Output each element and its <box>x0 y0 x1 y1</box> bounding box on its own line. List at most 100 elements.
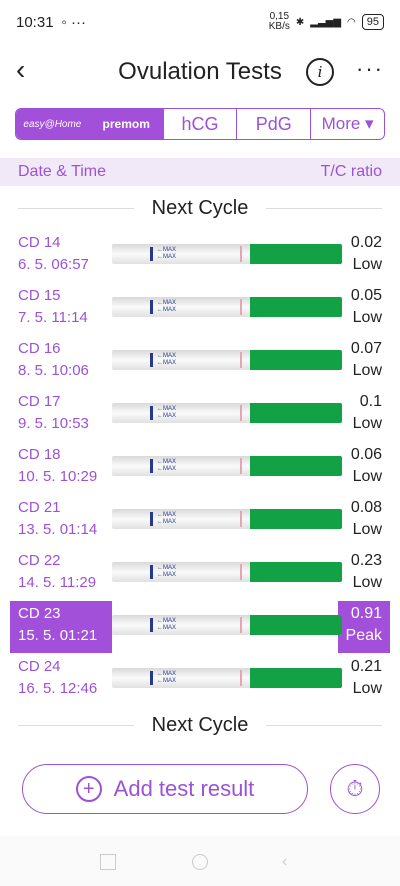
tc-ratio: 0.05 <box>350 287 382 304</box>
strip-max-text: ←MAX ←MAX <box>157 353 177 366</box>
test-datetime: 16. 5. 12:46 <box>18 680 98 697</box>
test-row[interactable]: CD 24 16. 5. 12:46 ←MAX ←MAX 0.21 Low <box>0 658 400 710</box>
strip-control-line <box>240 617 242 633</box>
info-icon[interactable]: i <box>306 58 334 86</box>
result-level: Low <box>352 574 382 591</box>
wifi-icon: ◠ <box>347 16 356 28</box>
add-test-result-button[interactable]: + Add test result <box>22 764 308 814</box>
status-time: 10:31 <box>16 13 54 31</box>
strip-handle <box>250 509 342 529</box>
result-level: Low <box>352 680 382 697</box>
cycle-divider-top: Next Cycle <box>0 193 400 223</box>
strip-handle <box>250 456 342 476</box>
test-row[interactable]: CD 18 10. 5. 10:29 ←MAX ←MAX 0.06 Low <box>0 446 400 498</box>
test-datetime: 6. 5. 06:57 <box>18 256 89 273</box>
strip-control-line <box>240 299 242 315</box>
test-strip-image: ←MAX ←MAX <box>112 615 342 635</box>
test-strip-image: ←MAX ←MAX <box>112 456 342 476</box>
strip-max-text: ←MAX ←MAX <box>157 512 177 525</box>
test-datetime: 9. 5. 10:53 <box>18 415 89 432</box>
home-icon[interactable] <box>192 854 208 870</box>
tab-easyhome[interactable]: easy@Home <box>16 109 90 139</box>
status-bar: 10:31 ◦ ··· 0,15 KB/s ✱ ▂▃▅▆ ◠ 95 <box>0 0 400 44</box>
result-level: Low <box>352 415 382 432</box>
divider-line <box>18 724 134 726</box>
strip-marker <box>150 300 153 314</box>
back-icon[interactable]: ‹ <box>16 56 40 84</box>
strip-handle <box>250 244 342 264</box>
strip-handle <box>250 668 342 688</box>
result-level: Low <box>352 362 382 379</box>
cycle-label: Next Cycle <box>151 196 249 219</box>
recent-apps-icon[interactable] <box>100 854 116 870</box>
test-strip-image: ←MAX ←MAX <box>112 297 342 317</box>
test-datetime: 8. 5. 10:06 <box>18 362 89 379</box>
strip-marker <box>150 512 153 526</box>
strip-max-text: ←MAX ←MAX <box>157 406 177 419</box>
strip-max-text: ←MAX ←MAX <box>157 247 177 260</box>
tab-more[interactable]: More ▾ <box>311 109 384 139</box>
bluetooth-icon: ✱ <box>295 16 305 28</box>
strip-marker <box>150 618 153 632</box>
strip-handle <box>250 297 342 317</box>
notification-icons: ◦ ··· <box>61 13 87 31</box>
strip-control-line <box>240 511 242 527</box>
tc-ratio: 0.07 <box>350 340 382 357</box>
cycle-day: CD 24 <box>18 658 61 675</box>
tc-ratio: 0.08 <box>350 499 382 516</box>
cycle-day: CD 16 <box>18 340 61 357</box>
tab-premom[interactable]: premom <box>89 109 164 139</box>
header-tc-ratio: T/C ratio <box>320 163 382 180</box>
timer-icon: ⏱ <box>346 776 364 801</box>
cycle-label: Next Cycle <box>151 713 249 736</box>
list-header: Date & Time T/C ratio <box>0 158 400 186</box>
result-level: Low <box>352 468 382 485</box>
test-datetime: 10. 5. 10:29 <box>18 468 98 485</box>
tab-hcg[interactable]: hCG <box>164 109 238 139</box>
result-level: Low <box>352 309 382 326</box>
page-title: Ovulation Tests <box>118 58 282 85</box>
result-level: Peak <box>345 627 382 644</box>
test-row[interactable]: CD 15 7. 5. 11:14 ←MAX ←MAX 0.05 Low <box>0 287 400 339</box>
strip-handle <box>250 562 342 582</box>
strip-handle <box>250 615 342 635</box>
strip-max-text: ←MAX ←MAX <box>157 300 177 313</box>
strip-handle <box>250 350 342 370</box>
divider-line <box>266 724 383 726</box>
network-speed: 0,15 KB/s <box>268 11 290 32</box>
test-strip-image: ←MAX ←MAX <box>112 244 342 264</box>
strip-control-line <box>240 670 242 686</box>
battery-icon: 95 <box>361 14 384 30</box>
strip-marker <box>150 406 153 420</box>
test-datetime: 14. 5. 11:29 <box>18 574 97 591</box>
strip-marker <box>150 565 153 579</box>
strip-control-line <box>240 352 242 368</box>
strip-max-text: ←MAX ←MAX <box>157 459 177 472</box>
timer-button[interactable]: ⏱ <box>330 764 380 814</box>
tab-pdg[interactable]: PdG <box>237 109 312 139</box>
test-row[interactable]: CD 16 8. 5. 10:06 ←MAX ←MAX 0.07 Low <box>0 340 400 392</box>
test-row[interactable]: CD 14 6. 5. 06:57 ←MAX ←MAX 0.02 Low <box>0 234 400 286</box>
tc-ratio: 0.23 <box>350 552 382 569</box>
test-row[interactable]: CD 21 13. 5. 01:14 ←MAX ←MAX 0.08 Low <box>0 499 400 551</box>
cycle-divider-bottom: Next Cycle <box>0 710 400 740</box>
add-test-result-label: Add test result <box>113 776 255 801</box>
tc-ratio: 0.1 <box>359 393 382 410</box>
strip-max-text: ←MAX ←MAX <box>157 618 177 631</box>
test-row[interactable]: CD 23 15. 5. 01:21 ←MAX ←MAX 0.91 Peak <box>0 601 400 657</box>
strip-marker <box>150 459 153 473</box>
test-row[interactable]: CD 17 9. 5. 10:53 ←MAX ←MAX 0.1 Low <box>0 393 400 445</box>
cycle-day: CD 14 <box>18 234 61 251</box>
tc-ratio: 0.06 <box>350 446 382 463</box>
strip-control-line <box>240 405 242 421</box>
more-options-icon[interactable]: ··· <box>356 56 384 82</box>
cycle-day: CD 15 <box>18 287 61 304</box>
back-nav-icon[interactable]: ‹ <box>282 854 298 870</box>
tc-ratio: 0.02 <box>350 234 382 251</box>
strip-marker <box>150 247 153 261</box>
test-row[interactable]: CD 22 14. 5. 11:29 ←MAX ←MAX 0.23 Low <box>0 552 400 604</box>
cycle-day: CD 18 <box>18 446 61 463</box>
divider-line <box>18 207 134 209</box>
header-date-time: Date & Time <box>18 163 107 180</box>
test-strip-image: ←MAX ←MAX <box>112 562 342 582</box>
